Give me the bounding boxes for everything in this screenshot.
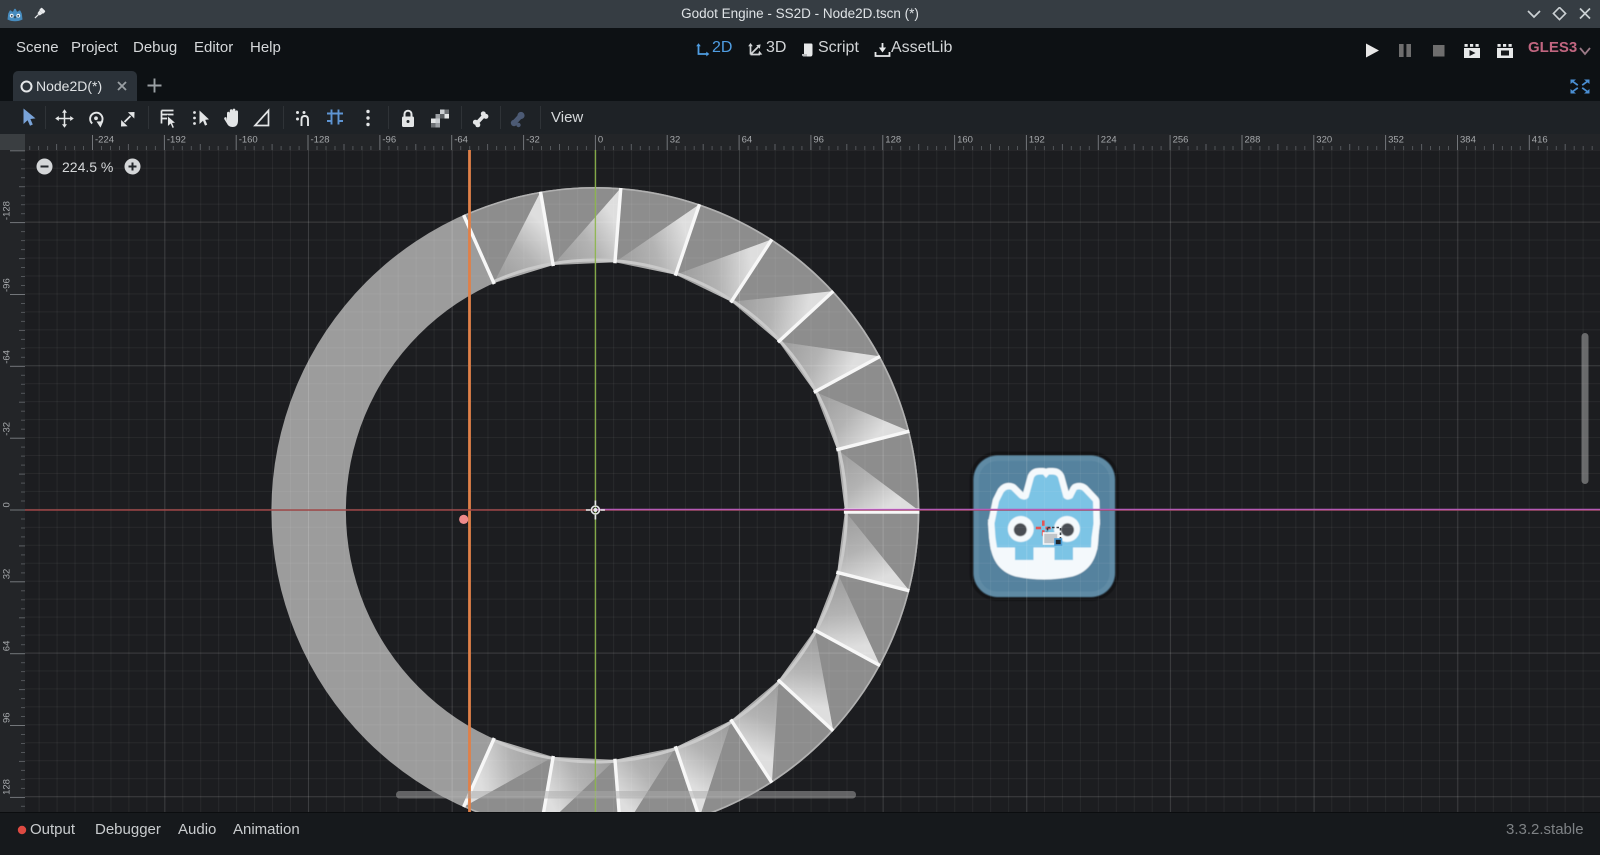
svg-text:64: 64 (742, 135, 753, 146)
svg-text:192: 192 (1029, 135, 1045, 146)
svg-text:-64: -64 (2, 350, 13, 364)
svg-text:-224: -224 (95, 135, 114, 146)
svg-text:256: 256 (1173, 135, 1189, 146)
svg-text:384: 384 (1460, 135, 1476, 146)
svg-text:-96: -96 (382, 135, 396, 146)
svg-text:32: 32 (670, 135, 681, 146)
svg-text:128: 128 (2, 779, 13, 795)
svg-text:-128: -128 (2, 201, 13, 220)
svg-text:320: 320 (1316, 135, 1332, 146)
svg-text:96: 96 (2, 712, 13, 723)
svg-text:416: 416 (1532, 135, 1548, 146)
svg-text:96: 96 (813, 135, 824, 146)
svg-text:0: 0 (598, 135, 603, 146)
svg-text:-32: -32 (2, 422, 13, 436)
svg-text:64: 64 (2, 641, 13, 652)
svg-text:-64: -64 (454, 135, 468, 146)
svg-text:352: 352 (1388, 135, 1404, 146)
svg-text:288: 288 (1245, 135, 1261, 146)
svg-text:0: 0 (2, 502, 13, 507)
svg-text:128: 128 (885, 135, 901, 146)
svg-text:224: 224 (1101, 135, 1117, 146)
svg-text:-160: -160 (239, 135, 258, 146)
svg-text:-96: -96 (2, 278, 13, 292)
svg-text:-32: -32 (526, 135, 540, 146)
svg-text:160: 160 (957, 135, 973, 146)
svg-text:-128: -128 (311, 135, 330, 146)
svg-text:-192: -192 (167, 135, 186, 146)
svg-text:32: 32 (2, 569, 13, 580)
